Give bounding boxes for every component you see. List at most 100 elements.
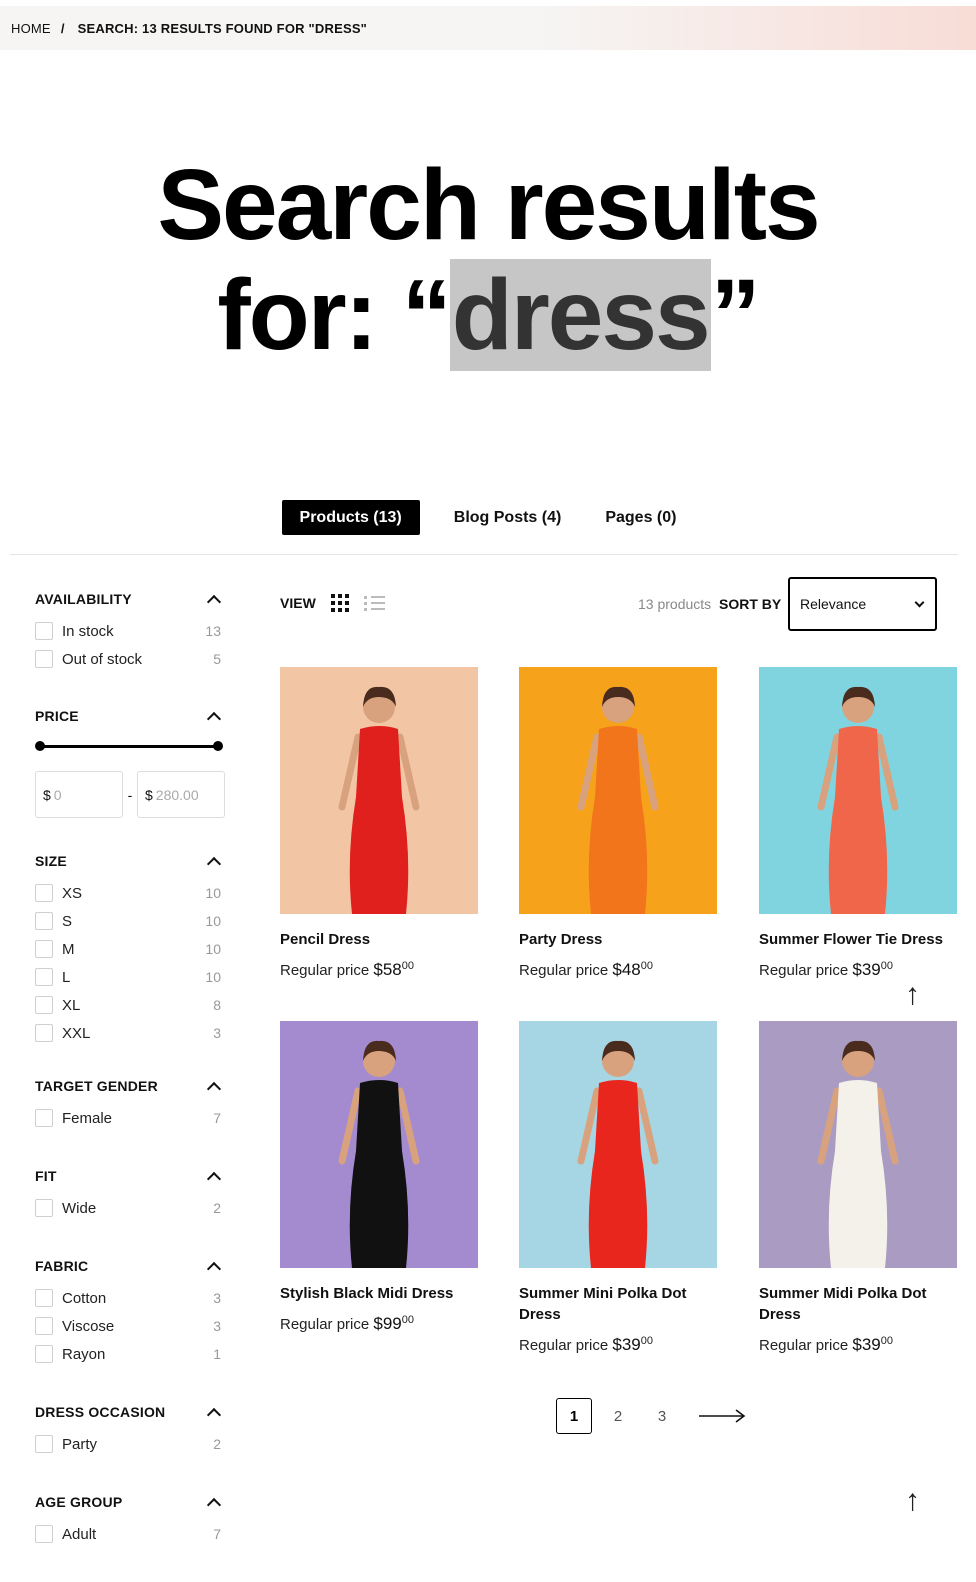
- checkbox[interactable]: [35, 968, 53, 986]
- filter-option-xs[interactable]: XS 10: [35, 879, 225, 907]
- product-image[interactable]: [519, 667, 717, 914]
- checkbox[interactable]: [35, 1317, 53, 1335]
- filter-option-cotton[interactable]: Cotton 3: [35, 1284, 225, 1312]
- chevron-up-icon[interactable]: [206, 1081, 222, 1096]
- product-image[interactable]: [280, 1021, 478, 1268]
- breadcrumb-home-link[interactable]: HOME: [11, 21, 51, 36]
- price-label: Regular price: [759, 962, 853, 979]
- filter-option-party[interactable]: Party 2: [35, 1430, 225, 1458]
- price-slider-min-handle[interactable]: [35, 741, 45, 751]
- product-card[interactable]: Summer Midi Polka Dot Dress Regular price…: [759, 1021, 957, 1355]
- checkbox[interactable]: [35, 884, 53, 902]
- filter-fit-header[interactable]: FIT: [35, 1167, 225, 1186]
- filter-option-xxl[interactable]: XXL 3: [35, 1019, 225, 1047]
- chevron-up-icon[interactable]: [206, 856, 222, 871]
- tab-pages[interactable]: Pages (0): [587, 500, 694, 535]
- checkbox[interactable]: [35, 996, 53, 1014]
- page-link-1[interactable]: 1: [556, 1398, 592, 1434]
- page-link-3[interactable]: 3: [644, 1398, 680, 1434]
- sort-label: SORT BY: [719, 596, 782, 612]
- product-name[interactable]: Stylish Black Midi Dress: [280, 1283, 478, 1304]
- filter-occasion-header[interactable]: DRESS OCCASION: [35, 1403, 225, 1422]
- filter-availability-header[interactable]: AVAILABILITY: [35, 590, 225, 609]
- checkbox[interactable]: [35, 1435, 53, 1453]
- chevron-up-icon[interactable]: [206, 594, 222, 609]
- product-card[interactable]: Stylish Black Midi Dress Regular price $9…: [280, 1021, 478, 1334]
- chevron-up-icon[interactable]: [206, 1497, 222, 1512]
- filter-size-header[interactable]: SIZE: [35, 852, 225, 871]
- filter-option-label: M: [62, 940, 75, 958]
- filter-option-count: 3: [213, 1318, 221, 1334]
- filter-option-viscose[interactable]: Viscose 3: [35, 1312, 225, 1340]
- checkbox[interactable]: [35, 1109, 53, 1127]
- tab-products[interactable]: Products (13): [281, 500, 420, 535]
- filter-option-label: XXL: [62, 1024, 91, 1042]
- product-name[interactable]: Summer Flower Tie Dress: [759, 929, 957, 950]
- breadcrumb-current: SEARCH: 13 RESULTS FOUND FOR "DRESS": [77, 20, 368, 36]
- filter-age-header[interactable]: AGE GROUP: [35, 1493, 225, 1512]
- filter-option-s[interactable]: S 10: [35, 907, 225, 935]
- chevron-up-icon[interactable]: [206, 1407, 222, 1422]
- filter-option-adult[interactable]: Adult 7: [35, 1520, 225, 1548]
- checkbox[interactable]: [35, 1289, 53, 1307]
- product-card[interactable]: Summer Mini Polka Dot Dress Regular price…: [519, 1021, 717, 1355]
- product-price: Regular price $3900: [759, 960, 957, 980]
- filter-price-header[interactable]: PRICE: [35, 707, 225, 726]
- grid-view-icon[interactable]: [331, 594, 349, 612]
- filter-title: DRESS OCCASION: [35, 1404, 166, 1420]
- filter-title: AGE GROUP: [35, 1494, 123, 1510]
- checkbox[interactable]: [35, 1024, 53, 1042]
- product-image[interactable]: [519, 1021, 717, 1268]
- filter-option-count: 5: [213, 651, 221, 667]
- price-range-slider[interactable]: [35, 737, 225, 757]
- tab-blog-posts[interactable]: Blog Posts (4): [436, 500, 580, 535]
- product-name[interactable]: Summer Midi Polka Dot Dress: [759, 1283, 957, 1325]
- price-min-input[interactable]: $0: [35, 771, 123, 818]
- filter-option-count: 8: [213, 997, 221, 1013]
- chevron-up-icon[interactable]: [206, 1261, 222, 1276]
- list-view-icon[interactable]: [364, 594, 386, 612]
- price-max-placeholder: 280.00: [155, 786, 199, 803]
- checkbox[interactable]: [35, 1199, 53, 1217]
- sort-select[interactable]: Relevance: [788, 577, 937, 631]
- product-image[interactable]: [759, 1021, 957, 1268]
- page-title-prefix: for: “: [217, 259, 451, 371]
- checkbox[interactable]: [35, 1525, 53, 1543]
- product-image[interactable]: [759, 667, 957, 914]
- filter-option-wide[interactable]: Wide 2: [35, 1194, 225, 1222]
- checkbox[interactable]: [35, 912, 53, 930]
- arrow-up-icon[interactable]: ↑: [905, 1484, 920, 1518]
- product-card[interactable]: Party Dress Regular price $4800: [519, 667, 717, 980]
- chevron-up-icon[interactable]: [206, 711, 222, 726]
- product-image[interactable]: [280, 667, 478, 914]
- checkbox[interactable]: [35, 1345, 53, 1363]
- price-max-input[interactable]: $280.00: [137, 771, 225, 818]
- price-label: Regular price: [280, 1316, 374, 1333]
- page-link-2[interactable]: 2: [600, 1398, 636, 1434]
- filter-option-label: Cotton: [62, 1289, 107, 1307]
- price-slider-max-handle[interactable]: [213, 741, 223, 751]
- filter-price: PRICE $0 - $280.00: [35, 707, 225, 818]
- filter-fabric-header[interactable]: FABRIC: [35, 1257, 225, 1276]
- filter-option-rayon[interactable]: Rayon 1: [35, 1340, 225, 1368]
- checkbox[interactable]: [35, 940, 53, 958]
- filter-gender-header[interactable]: TARGET GENDER: [35, 1077, 225, 1096]
- checkbox[interactable]: [35, 622, 53, 640]
- arrow-up-icon[interactable]: ↑: [905, 978, 920, 1012]
- filter-option-out-of-stock[interactable]: Out of stock 5: [35, 645, 225, 673]
- product-name[interactable]: Summer Mini Polka Dot Dress: [519, 1283, 717, 1325]
- product-card[interactable]: Summer Flower Tie Dress Regular price $39…: [759, 667, 957, 980]
- filter-size: SIZE XS 10 S 10 M 10 L 10 XL 8 XXL 3: [35, 852, 225, 1047]
- filter-option-m[interactable]: M 10: [35, 935, 225, 963]
- filter-option-female[interactable]: Female 7: [35, 1104, 225, 1132]
- filter-option-l[interactable]: L 10: [35, 963, 225, 991]
- price-label: Regular price: [519, 1337, 613, 1354]
- chevron-up-icon[interactable]: [206, 1171, 222, 1186]
- product-name[interactable]: Pencil Dress: [280, 929, 478, 950]
- filter-option-in-stock[interactable]: In stock 13: [35, 617, 225, 645]
- arrow-right-icon[interactable]: [698, 1408, 746, 1424]
- filter-option-xl[interactable]: XL 8: [35, 991, 225, 1019]
- product-card[interactable]: Pencil Dress Regular price $5800: [280, 667, 478, 980]
- checkbox[interactable]: [35, 650, 53, 668]
- product-name[interactable]: Party Dress: [519, 929, 717, 950]
